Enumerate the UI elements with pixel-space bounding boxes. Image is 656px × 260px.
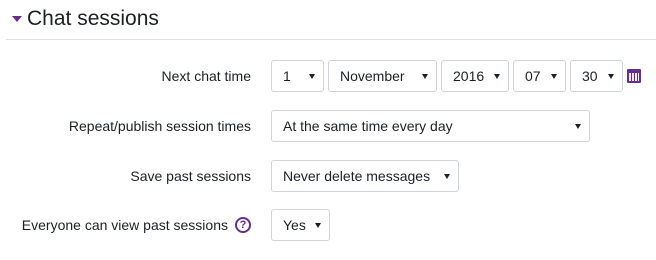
section-title[interactable]: Chat sessions (27, 6, 159, 32)
calendar-grid (629, 73, 639, 81)
save-past-sessions-row: Save past sessions Never delete messages (0, 160, 656, 192)
view-past-sessions-value: Yes (283, 217, 306, 233)
caret-down-icon[interactable] (12, 16, 22, 22)
chevron-down-icon (315, 223, 321, 228)
question-circle-icon[interactable]: ? (235, 217, 251, 233)
view-past-sessions-select[interactable]: Yes (271, 209, 330, 241)
next-chat-time-label: Next chat time (161, 68, 251, 84)
chevron-down-icon (494, 74, 500, 79)
minute-select[interactable]: 30 (570, 60, 623, 92)
year-value: 2016 (453, 68, 485, 84)
save-past-sessions-label: Save past sessions (130, 168, 251, 184)
chevron-down-icon (422, 74, 428, 79)
repeat-sessions-value: At the same time every day (283, 118, 453, 134)
chevron-down-icon (608, 74, 614, 79)
chevron-down-icon (551, 74, 557, 79)
day-select[interactable]: 1 (271, 60, 324, 92)
save-past-sessions-select[interactable]: Never delete messages (271, 160, 459, 192)
year-select[interactable]: 2016 (441, 60, 509, 92)
chevron-down-icon (309, 74, 315, 79)
view-past-sessions-label: Everyone can view past sessions (21, 217, 228, 233)
section-header[interactable]: Chat sessions (6, 0, 656, 40)
month-select[interactable]: November (328, 60, 437, 92)
day-value: 1 (283, 68, 291, 84)
minute-value: 30 (582, 68, 598, 84)
next-chat-time-row: Next chat time 1 November 2016 07 30 (0, 60, 656, 92)
hour-select[interactable]: 07 (513, 60, 566, 92)
hour-value: 07 (525, 68, 541, 84)
repeat-sessions-row: Repeat/publish session times At the same… (0, 110, 656, 142)
month-value: November (340, 68, 405, 84)
view-past-sessions-row: Everyone can view past sessions ? Yes (0, 209, 656, 241)
repeat-sessions-select[interactable]: At the same time every day (271, 110, 590, 142)
chevron-down-icon (575, 124, 581, 129)
repeat-sessions-label: Repeat/publish session times (68, 118, 251, 134)
chevron-down-icon (444, 174, 450, 179)
calendar-icon[interactable] (627, 69, 641, 83)
save-past-sessions-value: Never delete messages (283, 168, 431, 184)
